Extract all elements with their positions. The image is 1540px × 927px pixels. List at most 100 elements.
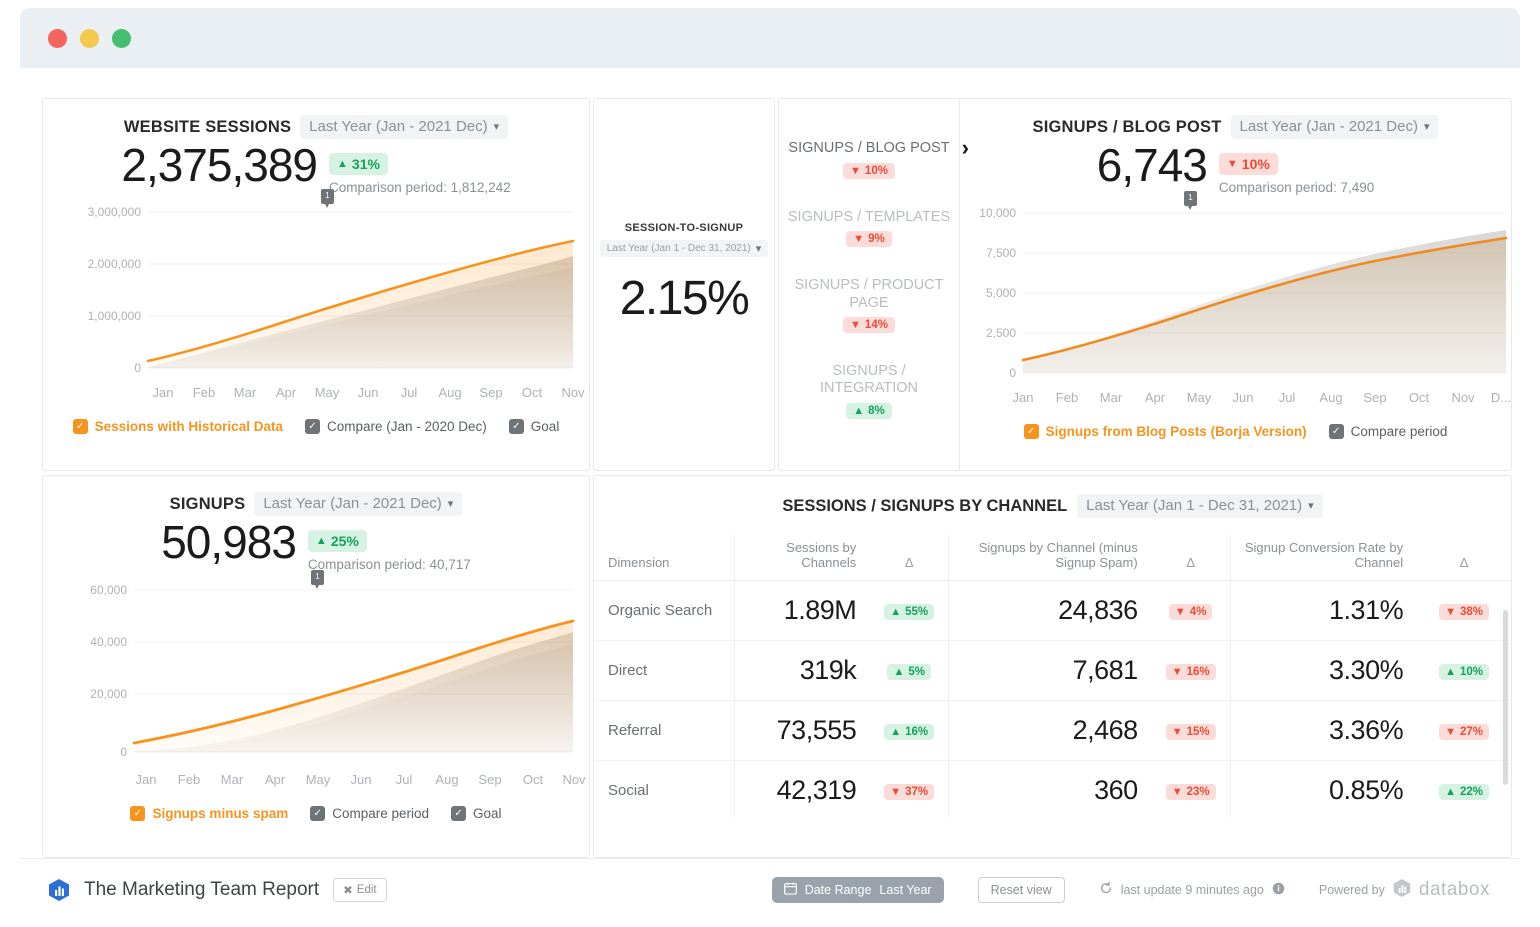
dashboard-grid: WEBSITE SESSIONS Last Year (Jan - 2021 D… (42, 98, 1512, 858)
date-range-button[interactable]: Date Range Last Year (771, 876, 944, 903)
signups-date-range-select[interactable]: Last Year (Jan - 2021 Dec) ▾ (254, 492, 463, 516)
table-row[interactable]: Referral 73,555 ▲16% 2,468 ▼15% 3.36% (594, 700, 1511, 761)
table-scrollbar[interactable] (1503, 610, 1508, 785)
table-row[interactable]: Organic Search 1.89M ▲ 55% 24,836 ▼ 4% 1.3… (594, 580, 1511, 641)
calendar-icon (783, 882, 797, 898)
legend-item-signups-goal[interactable]: ✓ Goal (451, 806, 502, 821)
svg-text:Nov: Nov (1451, 390, 1475, 405)
cell-signups: 2,468 (948, 700, 1152, 761)
cell-sessions: 1.89M (733, 580, 871, 641)
svg-text:D...: D... (1491, 390, 1511, 405)
signups-comparison: Comparison period: 40,717 (307, 557, 471, 572)
funnel-item-signups-templates[interactable]: SIGNUPS / TEMPLATES ▼ 9% (785, 209, 953, 248)
col-header-sessions-delta[interactable]: Δ (870, 534, 949, 581)
cell-sessions: 42,319 (733, 760, 871, 818)
cell-signups-delta: ▼ 4% (1151, 580, 1231, 641)
sessions-chart-svg: 3,000,000 2,000,000 1,000,000 0 (88, 205, 575, 375)
dashboard-footer: The Marketing Team Report ✖ Edit Date Ra… (20, 858, 1520, 920)
col-header-signups-delta[interactable]: Δ (1151, 534, 1231, 581)
refresh-icon[interactable] (1099, 881, 1113, 898)
rate-title: SESSION-TO-SIGNUP (624, 221, 744, 234)
chevron-down-icon: ▾ (493, 121, 500, 133)
col-header-dimension[interactable]: Dimension (594, 534, 734, 581)
legend-item-blogpost-compare[interactable]: ✓ Compare period (1328, 424, 1447, 439)
funnel-item-signups-blog-post[interactable]: SIGNUPS / BLOG POST ▼ 10% › (785, 135, 969, 179)
svg-text:Jan: Jan (1013, 390, 1034, 405)
svg-text:5,000: 5,000 (986, 286, 1016, 300)
signups-value: 50,983 (161, 516, 297, 568)
table-title: SESSIONS / SIGNUPS BY CHANNEL (782, 496, 1068, 515)
svg-text:2,500: 2,500 (986, 326, 1016, 340)
chevron-down-icon: ▾ (447, 498, 454, 510)
databox-mark-icon (1393, 878, 1411, 901)
triangle-down-icon: ▼ (850, 164, 861, 177)
checkbox-checked-icon: ✓ (451, 806, 467, 821)
last-update-status: last update 9 minutes ago (1099, 881, 1285, 898)
legend-label: Goal (530, 419, 560, 434)
chart-annotation-pin[interactable]: 1 (321, 189, 334, 208)
table-row[interactable]: Direct 319k ▲ 5% 7,681 ▼ 16% 3.30% ▲ 10% (594, 640, 1511, 701)
legend-item-blogpost-signups[interactable]: ✓ Signups from Blog Posts (Borja Version… (1023, 424, 1307, 439)
rate-date-range-select[interactable]: Last Year (Jan 1 - Dec 31, 2021) ▾ (599, 239, 769, 257)
checkbox-checked-icon: ✓ (130, 806, 146, 821)
table-row[interactable]: Social 42,319 ▼ 37% 360 ▼ 23% 0.85% ▲ 22… (594, 760, 1511, 818)
checkbox-checked-icon: ✓ (310, 806, 326, 821)
cell-conversion-delta: ▼ 27% (1417, 700, 1511, 761)
chart-annotation-pin[interactable]: 1 (311, 570, 324, 589)
cell-dimension: Social (594, 760, 734, 818)
maximize-window-button[interactable] (112, 28, 131, 48)
legend-item-signups-minus-spam[interactable]: ✓ Signups minus spam (130, 806, 288, 821)
svg-text:Oct: Oct (523, 772, 544, 787)
legend-item-sessions-historical[interactable]: ✓ Sessions with Historical Data (72, 419, 283, 434)
checkbox-checked-icon: ✓ (304, 419, 320, 434)
close-window-button[interactable] (48, 28, 67, 48)
blogpost-date-range-label: Last Year (Jan - 2021 Dec) (1239, 118, 1418, 135)
sessions-date-range-select[interactable]: Last Year (Jan - 2021 Dec) ▾ (300, 115, 509, 139)
panel-signups: SIGNUPS Last Year (Jan - 2021 Dec) ▾ 50,… (42, 475, 590, 858)
sessions-header: WEBSITE SESSIONS Last Year (Jan - 2021 D… (43, 99, 589, 139)
funnel-item-signups-product-page[interactable]: SIGNUPS / PRODUCT PAGE ▼ 14% (785, 277, 953, 333)
svg-text:Mar: Mar (221, 772, 244, 787)
svg-text:2,000,000: 2,000,000 (88, 257, 142, 271)
cell-signups: 360 (948, 760, 1152, 818)
cell-conversion: 0.85% (1229, 760, 1418, 818)
legend-label: Sessions with Historical Data (94, 419, 283, 434)
svg-text:7,500: 7,500 (986, 246, 1016, 260)
svg-text:Feb: Feb (178, 772, 200, 787)
last-update-text: last update 9 minutes ago (1120, 882, 1264, 897)
date-range-value: Last Year (879, 882, 932, 897)
col-header-signups[interactable]: Signups by Channel (minus Signup Spam) (948, 534, 1152, 581)
table-head-row: Dimension Sessions by Channels Δ Signups… (594, 534, 1511, 581)
legend-item-signups-compare[interactable]: ✓ Compare period (310, 806, 429, 821)
blogpost-date-range-select[interactable]: Last Year (Jan - 2021 Dec) ▾ (1230, 115, 1439, 139)
legend-item-sessions-goal[interactable]: ✓ Goal (508, 419, 560, 434)
info-icon[interactable] (1272, 882, 1285, 898)
col-header-sessions[interactable]: Sessions by Channels (733, 534, 871, 581)
edit-report-button[interactable]: ✖ Edit (333, 877, 387, 902)
table-header: SESSIONS / SIGNUPS BY CHANNEL Last Year … (594, 476, 1511, 518)
reset-view-button[interactable]: Reset view (977, 876, 1065, 903)
funnel-item-signups-integration[interactable]: SIGNUPS / INTEGRATION ▲ 8% (785, 363, 953, 419)
svg-text:Jul: Jul (401, 385, 418, 400)
col-header-conversion-delta[interactable]: Δ (1417, 534, 1511, 581)
databox-logo-icon (48, 878, 70, 902)
sessions-kpi-side: ▲ 31% Comparison period: 1,812,242 (329, 141, 511, 195)
col-header-conversion[interactable]: Signup Conversion Rate by Channel (1229, 534, 1418, 581)
svg-text:Oct: Oct (1409, 390, 1430, 405)
svg-text:Sep: Sep (1363, 390, 1386, 405)
minimize-window-button[interactable] (80, 28, 99, 48)
svg-text:10,000: 10,000 (979, 206, 1016, 220)
dashboard-viewport: WEBSITE SESSIONS Last Year (Jan - 2021 D… (20, 68, 1520, 858)
legend-label: Goal (473, 806, 502, 821)
svg-text:Nov: Nov (561, 385, 585, 400)
svg-text:3,000,000: 3,000,000 (88, 205, 142, 219)
triangle-down-icon: ▼ (850, 318, 861, 331)
svg-text:0: 0 (134, 361, 141, 375)
funnel-item-delta-value: 14% (864, 318, 888, 331)
table-scroll-area[interactable]: Dimension Sessions by Channels Δ Signups… (594, 518, 1511, 818)
table-date-range-select[interactable]: Last Year (Jan 1 - Dec 31, 2021) ▾ (1077, 494, 1323, 518)
legend-item-sessions-compare[interactable]: ✓ Compare (Jan - 2020 Dec) (304, 419, 487, 434)
svg-text:40,000: 40,000 (90, 635, 127, 649)
chart-annotation-pin[interactable]: 1 (1184, 191, 1197, 210)
svg-text:Feb: Feb (1056, 390, 1078, 405)
